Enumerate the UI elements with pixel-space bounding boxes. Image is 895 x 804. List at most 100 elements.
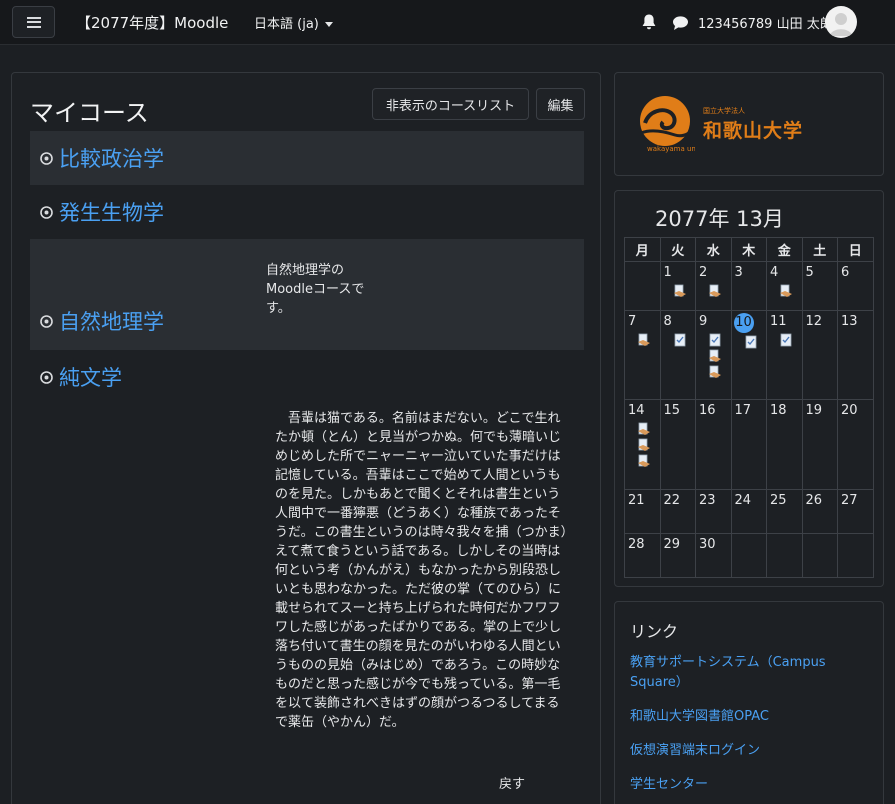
course-link[interactable]: 比較政治学 (40, 143, 164, 173)
weekday: 土 (801, 237, 838, 262)
link-student-center[interactable]: 学生センター (630, 775, 865, 795)
assignment-event-icon[interactable] (637, 333, 651, 347)
quiz-event-icon[interactable] (673, 333, 687, 347)
page-title: マイコース (30, 99, 149, 127)
calendar-day-empty (730, 533, 767, 578)
assignment-event-icon[interactable] (673, 284, 687, 298)
assignment-event-icon[interactable] (708, 349, 722, 363)
hidden-courses-button[interactable]: 非表示のコースリスト (372, 88, 529, 120)
calendar-day[interactable]: 4 (766, 261, 803, 311)
course-icon (40, 370, 53, 384)
calendar-day[interactable]: 7 (624, 310, 661, 400)
course-row: 純文学 吾輩は猫である。名前はまだない。どこで生れたか頓（とん）と見当がつかぬ。… (30, 350, 584, 770)
bell-icon[interactable] (641, 13, 657, 31)
assignment-event-icon[interactable] (637, 438, 651, 452)
calendar-day[interactable]: 23 (695, 489, 732, 534)
chat-icon[interactable] (672, 15, 689, 31)
calendar-day[interactable]: 15 (659, 399, 696, 490)
calendar-day-empty (801, 533, 838, 578)
weekday: 月 (624, 237, 661, 262)
calendar-day-empty (837, 533, 874, 578)
course-name: 発生生物学 (59, 201, 164, 225)
calendar-day[interactable]: 5 (801, 261, 838, 311)
site-name[interactable]: 【2077年度】Moodle (76, 12, 228, 33)
course-row: 比較政治学 (30, 131, 584, 185)
calendar-day[interactable]: 24 (730, 489, 767, 534)
course-summary: 自然地理学のMoodleコースです。 (266, 263, 365, 316)
course-icon (40, 151, 53, 165)
calendar-day[interactable]: 30 (695, 533, 732, 578)
logo-block: wakayama univ. 国立大学法人 和歌山大学 (614, 72, 884, 176)
links-block: リンク 教育サポートシステム（Campus Square） 和歌山大学図書館OP… (614, 601, 884, 804)
calendar-day[interactable]: 18 (766, 399, 803, 490)
assignment-event-icon[interactable] (779, 284, 793, 298)
course-link[interactable]: 自然地理学 (40, 306, 164, 336)
edit-button[interactable]: 編集 (536, 88, 585, 120)
my-courses-block: マイコース 非表示のコースリスト 編集 比較政治学 発生生物学 自然地理学 自然… (11, 72, 601, 804)
calendar-day-empty (624, 261, 661, 311)
university-logo: wakayama univ. (640, 96, 695, 153)
assignment-event-icon[interactable] (708, 365, 722, 379)
language-label: 日本語 ‎(ja)‎ (254, 17, 319, 32)
user-name[interactable]: 123456789 山田 太郎 (698, 13, 833, 32)
link-campus-square[interactable]: 教育サポートシステム（Campus Square） (630, 653, 865, 693)
weekday: 水 (695, 237, 732, 262)
course-summary: 吾輩は猫である。名前はまだない。どこで生れたか頓（とん）と見当がつかぬ。何でも薄… (275, 411, 568, 730)
calendar-day[interactable]: 3 (730, 261, 767, 311)
calendar-day[interactable]: 26 (801, 489, 838, 534)
calendar-day[interactable]: 12 (801, 310, 838, 400)
quiz-event-icon[interactable] (779, 333, 793, 347)
calendar-day[interactable]: 9 (695, 310, 732, 400)
quiz-event-icon[interactable] (744, 335, 758, 349)
course-row: 自然地理学 自然地理学のMoodleコースです。 (30, 239, 584, 350)
assignment-event-icon[interactable] (637, 422, 651, 436)
weekday: 日 (837, 237, 874, 262)
calendar-day[interactable]: 11 (766, 310, 803, 400)
calendar-table: 月 火 水 木 金 土 日 1 2 3 4 5 6 7 8 9 10 11 12… (624, 237, 874, 578)
course-icon (40, 205, 53, 219)
assignment-event-icon[interactable] (708, 284, 722, 298)
link-library-opac[interactable]: 和歌山大学図書館OPAC (630, 707, 865, 727)
calendar-day[interactable]: 21 (624, 489, 661, 534)
calendar-day[interactable]: 16 (695, 399, 732, 490)
hamburger-icon (26, 16, 41, 28)
calendar-day[interactable]: 8 (659, 310, 696, 400)
chevron-down-icon (324, 22, 333, 27)
assignment-event-icon[interactable] (637, 454, 651, 468)
calendar-title: 2077年 13月 (655, 207, 784, 231)
back-link[interactable]: 戻す (499, 773, 525, 792)
calendar-day[interactable]: 17 (730, 399, 767, 490)
course-name: 純文学 (59, 366, 122, 390)
logo-subtitle: 国立大学法人 (703, 107, 745, 115)
course-link[interactable]: 発生生物学 (40, 197, 164, 227)
svg-text:wakayama univ.: wakayama univ. (647, 145, 695, 153)
calendar-day[interactable]: 29 (659, 533, 696, 578)
calendar-day[interactable]: 27 (837, 489, 874, 534)
links-title: リンク (630, 622, 679, 641)
calendar-day-today[interactable]: 10 (730, 310, 767, 400)
calendar-day[interactable]: 28 (624, 533, 661, 578)
calendar-day[interactable]: 19 (801, 399, 838, 490)
menu-toggle-button[interactable] (12, 6, 55, 38)
avatar[interactable] (825, 6, 857, 38)
quiz-event-icon[interactable] (708, 333, 722, 347)
calendar-day[interactable]: 13 (837, 310, 874, 400)
course-name: 自然地理学 (59, 310, 164, 334)
language-menu[interactable]: 日本語 ‎(ja)‎ (254, 13, 333, 32)
course-name: 比較政治学 (59, 147, 164, 171)
calendar-day[interactable]: 1 (659, 261, 696, 311)
link-virtual-terminal[interactable]: 仮想演習端末ログイン (630, 741, 865, 761)
course-row: 発生生物学 (30, 185, 584, 239)
calendar-day[interactable]: 2 (695, 261, 732, 311)
calendar-day[interactable]: 22 (659, 489, 696, 534)
top-navbar: 【2077年度】Moodle 日本語 ‎(ja)‎ 123456789 山田 太… (0, 0, 895, 45)
calendar-day[interactable]: 20 (837, 399, 874, 490)
user-icon (830, 13, 852, 36)
calendar-block: 2077年 13月 月 火 水 木 金 土 日 1 2 3 4 5 6 7 8 … (614, 190, 884, 587)
weekday: 金 (766, 237, 803, 262)
weekday-header: 月 火 水 木 金 土 日 (624, 237, 874, 262)
course-link[interactable]: 純文学 (40, 362, 122, 392)
calendar-day[interactable]: 14 (624, 399, 661, 490)
calendar-day[interactable]: 25 (766, 489, 803, 534)
calendar-day[interactable]: 6 (837, 261, 874, 311)
